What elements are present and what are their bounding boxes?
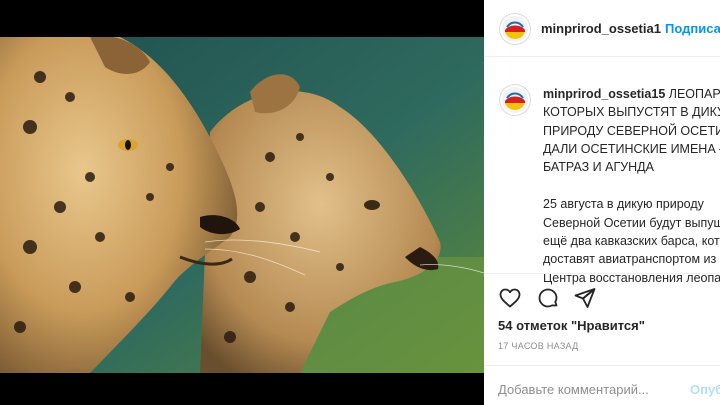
section-divider [484, 365, 720, 366]
caption-body-line: 25 августа в дикую природу [543, 197, 704, 212]
post-header: minprirod_ossetia1 Подписаться [484, 0, 720, 57]
post-timestamp[interactable]: 17 ЧАСОВ НАЗАД [498, 341, 579, 351]
caption-avatar[interactable] [499, 84, 531, 116]
section-divider [484, 273, 720, 274]
follow-button[interactable]: Подписаться [665, 21, 720, 36]
post-sidebar: minprirod_ossetia1 Подписаться minprirod… [484, 0, 720, 405]
caption-headline-line: ДАЛИ ОСЕТИНСКИЕ ИМЕНА — [543, 141, 720, 156]
post-caption: minprirod_ossetia15 ЛЕОПАРДАМ, КОТОРЫХ В… [543, 85, 720, 287]
caption-headline-line: БАТРАЗ И АГУНДА [543, 160, 654, 175]
comment-input[interactable]: Добавьте комментарий... [498, 382, 649, 397]
ministry-logo-icon [502, 87, 528, 113]
caption-username[interactable]: minprirod_ossetia15 [543, 87, 665, 101]
comment-icon[interactable] [536, 286, 560, 310]
caption-headline-line: ЛЕОПАРДАМ, [668, 87, 720, 101]
heart-icon[interactable] [498, 286, 522, 310]
ministry-logo-icon [502, 16, 528, 42]
publish-button[interactable]: Опубликовать [690, 382, 720, 397]
caption-headline-line: ПРИРОДУ СЕВЕРНОЙ ОСЕТИИ, [543, 123, 720, 138]
caption-headline-line: КОТОРЫХ ВЫПУСТЯТ В ДИКУЮ [543, 105, 720, 120]
avatar[interactable] [499, 13, 531, 45]
header-username[interactable]: minprirod_ossetia1 [541, 21, 661, 36]
likes-count[interactable]: 54 отметок "Нравится" [498, 318, 645, 333]
caption-body-line: Центра восстановления леопарда [543, 270, 720, 285]
leopards-photo [0, 37, 484, 373]
caption-body-line: Северной Осетии будут выпущены [543, 215, 720, 230]
post-photo[interactable] [0, 37, 484, 373]
caption-body-line: доставят авиатранспортом из [543, 252, 717, 267]
post-media-area [0, 0, 484, 405]
share-icon[interactable] [573, 286, 597, 310]
caption-body-line: ещё два кавказских барса, которых [543, 234, 720, 249]
